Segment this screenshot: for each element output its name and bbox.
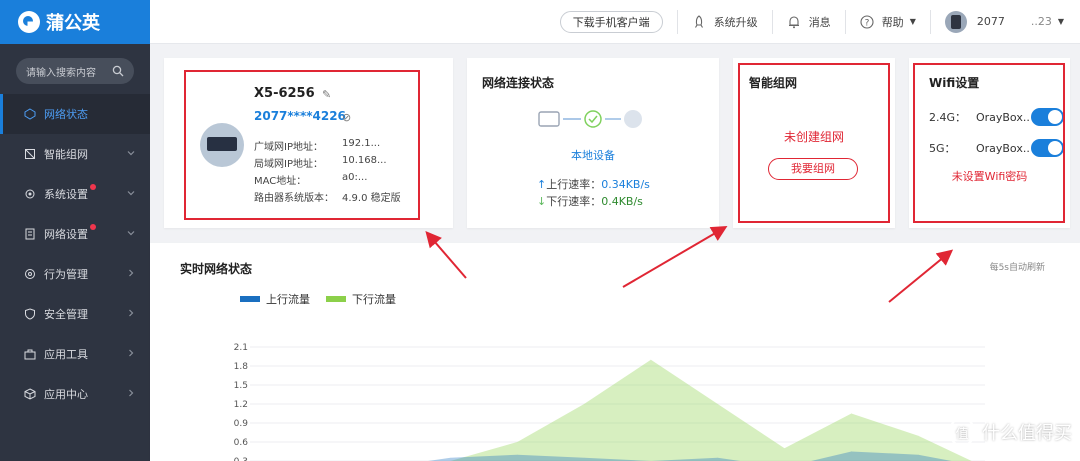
chart-title: 实时网络状态: [180, 262, 253, 276]
search-icon[interactable]: [112, 65, 124, 77]
legend-download[interactable]: 下行流量: [326, 291, 396, 307]
document-icon: [24, 228, 36, 240]
realtime-network-chart: 2.1 1.8 1.5 1.2 0.9 0.6 0.3 实时网络状态 每5s自动刷新 上行流…: [150, 243, 1080, 461]
sidebar-item-label: 网络设置: [44, 228, 88, 241]
notification-dot: [90, 224, 96, 230]
notification-dot: [90, 184, 96, 190]
sidebar-item-label: 应用中心: [44, 388, 88, 401]
sidebar-item[interactable]: 网络状态: [0, 94, 150, 134]
system-upgrade-label: 系统升级: [713, 15, 758, 29]
download-area: [450, 359, 972, 461]
highlight-box: [184, 70, 420, 220]
y-tick-label: 0.6: [234, 438, 249, 448]
sidebar-item-label: 系统设置: [44, 188, 88, 201]
sidebar: 蒲公英 请输入搜索内容 网络状态智能组网系统设置网络设置行为管理安全管理应用工具…: [0, 0, 150, 461]
bell-icon: [788, 15, 799, 28]
sidebar-item-label: 智能组网: [44, 148, 88, 161]
traffic-area-chart: 2.1 1.8 1.5 1.2 0.9 0.6 0.3: [234, 343, 985, 461]
user-name: 2077: [976, 15, 1005, 28]
user-menu[interactable]: 2077 ..23 ▼: [929, 9, 1080, 34]
user-name-suffix: ..23: [1030, 15, 1052, 28]
logo-icon: [18, 11, 40, 33]
shield-icon: [24, 308, 36, 320]
highlight-box: [913, 63, 1065, 223]
y-tick-label: 1.2: [234, 400, 248, 410]
question-icon: ?: [860, 14, 874, 29]
messages-button[interactable]: 消息: [771, 9, 845, 34]
connection-diagram-icon: [538, 110, 642, 128]
chevron-right-icon: [129, 309, 134, 317]
behavior-icon: [24, 268, 36, 280]
network-status-card: 网络连接状态 本地设备 ↑上行速率：0.34KB/s ↓下行速率：0.4KB/s: [467, 58, 719, 228]
highlight-box: [738, 63, 890, 223]
top-bar: 下载手机客户端 系统升级 消息 ? 帮助 ▼ 2077 ..23 ▼: [150, 0, 1080, 44]
brand-name: 蒲公英: [46, 13, 100, 34]
toolbox-icon: [24, 348, 36, 360]
sidebar-item[interactable]: 系统设置: [0, 174, 150, 214]
chevron-right-icon: [129, 389, 134, 397]
sidebar-item-label: 应用工具: [44, 348, 88, 361]
cube-icon: [24, 388, 36, 400]
help-menu[interactable]: ? 帮助 ▼: [844, 9, 930, 34]
gear-icon: [24, 188, 36, 200]
watermark-text: 什么值得买: [982, 423, 1072, 444]
sidebar-item[interactable]: 应用中心: [0, 374, 150, 414]
sidebar-item-label: 安全管理: [44, 308, 88, 321]
upload-rate: ↑上行速率：0.34KB/s: [537, 178, 650, 191]
chevron-right-icon: [129, 269, 134, 277]
search-placeholder: 请输入搜索内容: [26, 67, 96, 79]
rocket-icon: [694, 14, 703, 28]
watermark-logo-icon: 值: [948, 418, 976, 446]
avatar: [944, 10, 967, 33]
help-label: 帮助: [881, 15, 904, 29]
y-tick-label: 2.1: [234, 343, 248, 353]
download-rate: ↓下行速率：0.4KB/s: [537, 195, 643, 208]
chevron-down-icon: [127, 191, 135, 196]
refresh-note: 每5s自动刷新: [989, 263, 1045, 273]
download-app-button[interactable]: 下载手机客户端: [559, 10, 663, 33]
network-status-title: 网络连接状态: [482, 76, 555, 90]
sidebar-item[interactable]: 应用工具: [0, 334, 150, 374]
chevron-right-icon: [129, 349, 134, 357]
caret-down-icon: ▼: [1057, 17, 1064, 26]
watermark: 值 什么值得买: [948, 418, 1072, 446]
legend-upload[interactable]: 上行流量: [240, 291, 310, 307]
svg-text:?: ?: [864, 18, 869, 28]
system-upgrade-button[interactable]: 系统升级: [676, 9, 772, 34]
sidebar-item-label: 网络状态: [44, 108, 88, 121]
sidebar-item[interactable]: 智能组网: [0, 134, 150, 174]
chevron-down-icon: [127, 231, 135, 236]
brand-logo[interactable]: 蒲公英: [0, 0, 150, 44]
network-icon: [24, 108, 36, 120]
mesh-icon: [24, 148, 36, 160]
sidebar-item-label: 行为管理: [44, 268, 88, 281]
y-tick-label: 0.3: [234, 457, 248, 461]
search-input[interactable]: 请输入搜索内容: [16, 58, 134, 84]
messages-label: 消息: [808, 15, 831, 29]
local-device-link[interactable]: 本地设备: [467, 147, 719, 163]
sidebar-item[interactable]: 行为管理: [0, 254, 150, 294]
y-tick-label: 1.5: [234, 381, 248, 391]
caret-down-icon: ▼: [909, 17, 916, 26]
sidebar-item[interactable]: 网络设置: [0, 214, 150, 254]
sidebar-item[interactable]: 安全管理: [0, 294, 150, 334]
y-tick-label: 0.9: [234, 419, 249, 429]
y-tick-label: 1.8: [234, 362, 249, 372]
chevron-down-icon: [127, 151, 135, 156]
